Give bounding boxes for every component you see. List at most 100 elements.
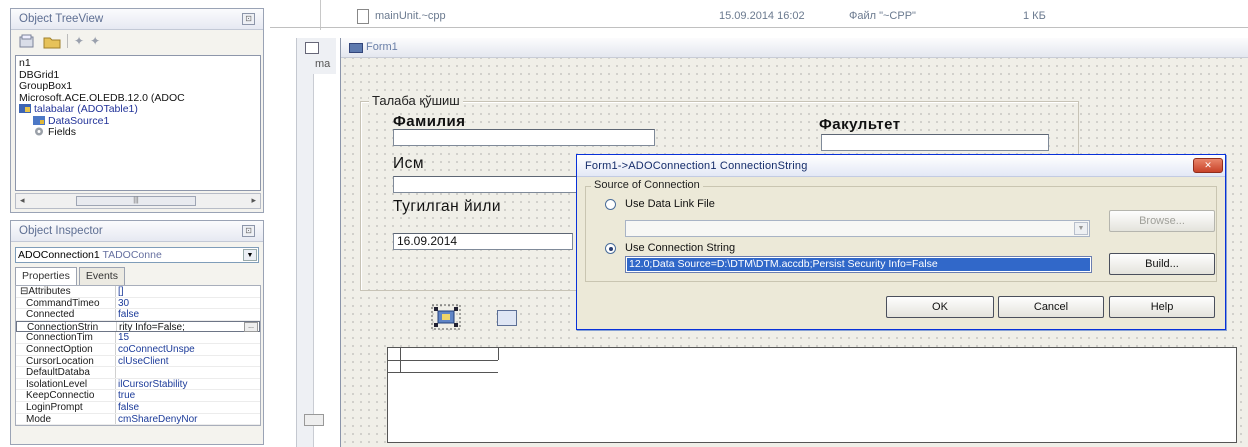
property-row-selected[interactable]: ConnectionStrin rity Info=False;... [16, 320, 260, 333]
property-row[interactable]: CommandTimeo 30 [16, 297, 260, 310]
tree-item-label: DataSource1 [48, 114, 110, 127]
property-row[interactable]: Connected false [16, 309, 260, 321]
connection-string-value[interactable]: 12.0;Data Source=D:\DTM\DTM.accdb;Persis… [627, 258, 1090, 271]
radio-data-link-file[interactable] [605, 199, 616, 210]
file-type: Файл "~CPP" [849, 10, 916, 22]
tab-properties[interactable]: Properties [15, 267, 77, 285]
component-tree: n1 DBGrid1 GroupBox1 Microsoft.ACE.OLEDB… [15, 55, 261, 191]
property-name: CommandTimeo [16, 297, 116, 309]
property-row[interactable]: ⊟Attributes[] [16, 286, 260, 298]
data-link-file-select[interactable]: ▼ [625, 220, 1090, 237]
form-title: Form1 [366, 41, 398, 53]
build-button[interactable]: Build... [1109, 253, 1215, 275]
datasource-component-icon[interactable] [497, 310, 517, 326]
chevron-down-icon[interactable]: ▼ [1074, 222, 1088, 235]
property-name: ConnectionTim [16, 332, 116, 343]
property-row[interactable]: Mode cmShareDenyNor [16, 413, 260, 426]
inspector-tabs: Properties Events [15, 267, 127, 285]
arrow-down-icon[interactable]: ✦ [90, 34, 100, 48]
file-list-row[interactable]: mainUnit.~cpp 15.09.2014 16:02 Файл "~CP… [355, 6, 1235, 28]
label-faculty: Факультет [819, 116, 901, 133]
surname-input[interactable] [393, 129, 655, 146]
grid-row-line [388, 360, 498, 361]
property-value[interactable]: true [116, 390, 260, 401]
property-grid: ⊟Attributes[] CommandTimeo 30 Connected fa… [15, 285, 261, 427]
property-value[interactable]: clUseClient [116, 356, 260, 367]
tab-events[interactable]: Events [78, 267, 125, 285]
property-value[interactable]: rity Info=False; [117, 322, 259, 332]
form-title-bar: Form1 [341, 38, 1248, 58]
name-input[interactable] [393, 176, 583, 193]
date-picker[interactable]: 16.09.2014 [393, 233, 573, 250]
editor-area[interactable] [313, 74, 337, 447]
object-treeview-panel: Object TreeView ⊡ ✦ ✦ n1 DBGrid1 GroupBo… [10, 8, 264, 213]
ok-button[interactable]: OK [886, 296, 994, 318]
property-row[interactable]: ConnectionTim 15 [16, 332, 260, 344]
property-row[interactable]: ConnectOption coConnectUnspe [16, 343, 260, 356]
help-button[interactable]: Help [1109, 296, 1215, 318]
scroll-thumb[interactable]: ||| [76, 196, 196, 206]
tree-item[interactable]: GroupBox1 [19, 80, 257, 93]
adoconnection-component-icon[interactable] [431, 304, 461, 330]
faculty-input[interactable] [821, 134, 1049, 151]
treeview-toolbar: ✦ ✦ [11, 30, 263, 52]
close-icon[interactable]: ✕ [1193, 158, 1223, 173]
property-value[interactable] [116, 367, 260, 378]
component-selector[interactable]: ADOConnection1 TADOConne ▼ [15, 247, 259, 263]
property-name: ConnectOption [16, 343, 116, 355]
horizontal-scrollbar[interactable]: ◂ ||| ▸ [15, 193, 261, 209]
tree-item-fields[interactable]: Fields [19, 126, 257, 139]
divider [270, 27, 1248, 28]
property-value[interactable]: [] [116, 286, 260, 297]
editor-tab[interactable]: ma [315, 58, 330, 70]
editor-scroll-button[interactable] [304, 414, 324, 426]
divider [320, 0, 321, 30]
pin-icon[interactable]: ⊡ [242, 13, 255, 25]
fields-icon [33, 127, 45, 136]
property-row[interactable]: IsolationLevel ilCursorStability [16, 378, 260, 391]
property-value[interactable]: false [116, 402, 260, 413]
source-group-caption: Source of Connection [591, 179, 703, 191]
ellipsis-button[interactable]: ... [244, 321, 258, 332]
property-row[interactable]: CursorLocation clUseClient [16, 355, 260, 368]
browse-button[interactable]: Browse... [1109, 210, 1215, 232]
editor-window-icon[interactable] [305, 42, 319, 54]
property-value[interactable]: ilCursorStability [116, 379, 260, 390]
scroll-left-icon[interactable]: ◂ [20, 195, 25, 206]
property-name: ConnectionStrin [17, 321, 117, 332]
connection-string-input[interactable]: 12.0;Data Source=D:\DTM\DTM.accdb;Persis… [625, 256, 1092, 273]
property-value[interactable]: coConnectUnspe [116, 344, 260, 355]
property-value[interactable]: cmShareDenyNor [116, 414, 260, 425]
component-type: TADOConne [102, 249, 162, 261]
tree-item[interactable]: n1 [19, 57, 257, 70]
scroll-right-icon[interactable]: ▸ [251, 195, 256, 206]
datasource-icon [33, 115, 45, 125]
dialog-title-bar: Form1->ADOConnection1 ConnectionString ✕ [577, 155, 1225, 177]
tree-item-label: Fields [48, 126, 77, 138]
property-value[interactable]: false [116, 309, 260, 320]
property-value[interactable]: 30 [116, 298, 260, 309]
group-caption: Талаба қўшиш [369, 93, 463, 108]
cancel-button[interactable]: Cancel [998, 296, 1104, 318]
property-value[interactable]: 15 [116, 332, 260, 343]
db-grid[interactable] [387, 347, 1237, 443]
tree-item-label: talabalar (ADOTable1) [34, 103, 138, 115]
code-editor-strip: ma [296, 38, 337, 447]
label-name: Исм [393, 155, 425, 172]
object-inspector-panel: Object Inspector ⊡ ADOConnection1 TADOCo… [10, 220, 264, 445]
grid-row-line [388, 372, 498, 373]
arrow-up-icon[interactable]: ✦ [74, 34, 84, 48]
chevron-down-icon[interactable]: ▼ [243, 249, 257, 261]
pin-icon[interactable]: ⊡ [242, 225, 255, 237]
property-row[interactable]: KeepConnectio true [16, 390, 260, 402]
file-name: mainUnit.~cpp [375, 10, 446, 22]
folder-icon[interactable] [43, 34, 61, 49]
radio-connection-string[interactable] [605, 243, 616, 254]
new-item-icon[interactable] [19, 34, 37, 49]
connection-string-dialog[interactable]: Form1->ADOConnection1 ConnectionString ✕… [576, 154, 1226, 330]
property-name: LoginPrompt [16, 401, 116, 413]
property-name: Mode [16, 413, 116, 425]
property-row[interactable]: DefaultDataba [16, 367, 260, 379]
property-name: KeepConnectio [16, 390, 116, 401]
property-row[interactable]: LoginPrompt false [16, 401, 260, 414]
